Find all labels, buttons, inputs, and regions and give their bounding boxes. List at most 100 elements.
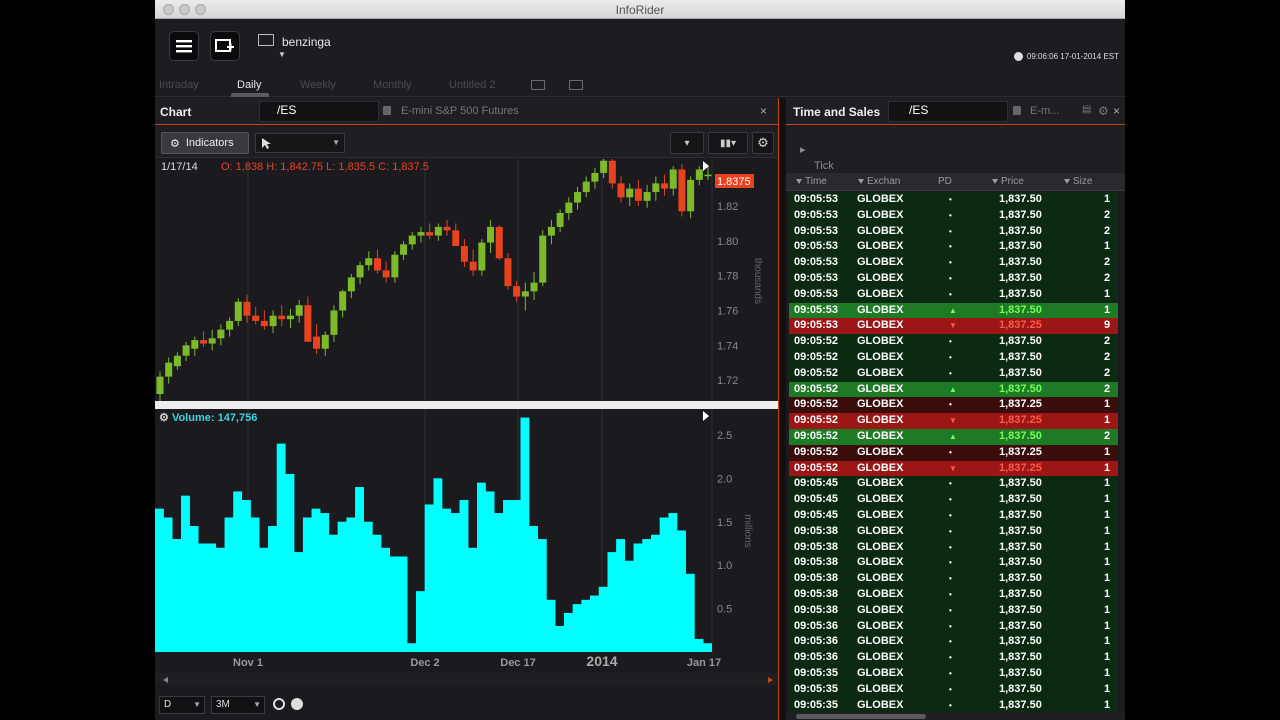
time-sales-settings-icon[interactable]: ⚙ [1098,104,1109,118]
layout-stack-icon[interactable] [569,80,583,90]
tab-weekly[interactable]: Weekly [300,79,336,91]
volume-chart-pane[interactable]: 2.5 2.0 1.5 1.0 0.5 millions ⚙ Volume: 147,7… [155,409,778,652]
lock-icon[interactable] [383,106,391,115]
table-row[interactable]: 09:05:38 GLOBEX • 1,837.50 1 [789,555,1118,572]
table-row[interactable]: 09:05:38 GLOBEX • 1,837.50 1 [789,587,1118,603]
table-row[interactable]: 09:05:38 GLOBEX • 1,837.50 1 [789,539,1118,556]
layout-grid-icon[interactable] [531,80,545,90]
column-pd[interactable]: PD [938,176,952,187]
color-select[interactable]: ▾ [670,132,704,154]
tab-intraday[interactable]: Intraday [159,79,199,91]
close-time-sales-icon[interactable]: × [1113,104,1120,118]
table-row[interactable]: 09:05:45 GLOBEX • 1,837.50 1 [789,476,1118,493]
table-row[interactable]: 09:05:53 GLOBEX • 1,837.50 2 [789,255,1118,271]
time-sales-scrollbar[interactable] [786,712,1125,720]
table-row[interactable]: 09:05:52 GLOBEX ▲ 1,837.50 2 [789,381,1118,398]
cell-pd: ▼ [949,463,957,473]
table-row[interactable]: 09:05:52 GLOBEX • 1,837.50 2 [789,334,1118,350]
column-size[interactable]: Size [1064,176,1092,187]
tab-monthly[interactable]: Monthly [373,79,412,91]
column-exchange[interactable]: Exchan [858,176,900,187]
indicators-button[interactable]: ⚙ Indicators [161,132,249,154]
table-row[interactable]: 09:05:45 GLOBEX • 1,837.50 1 [789,508,1118,524]
column-price[interactable]: Price [992,176,1024,187]
cell-size: 1 [1104,667,1111,679]
chart-settings-icon[interactable]: ⚙ [752,132,774,154]
cell-pd: • [949,479,952,489]
new-window-button[interactable] [210,31,240,61]
table-row[interactable]: 09:05:52 GLOBEX • 1,837.25 1 [789,397,1118,414]
table-row[interactable]: 09:05:35 GLOBEX • 1,837.50 1 [789,697,1118,712]
volume-collapse-arrow-icon[interactable] [703,411,709,421]
cell-pd: ▼ [949,416,957,426]
table-row[interactable]: 09:05:35 GLOBEX • 1,837.50 1 [789,666,1118,682]
table-row[interactable]: 09:05:52 GLOBEX • 1,837.50 2 [789,350,1118,366]
table-row[interactable]: 09:05:52 GLOBEX • 1,837.25 1 [789,444,1118,461]
column-time[interactable]: Time [796,176,827,187]
workspace-dropdown-icon[interactable]: ▼ [278,50,286,59]
table-row[interactable]: 09:05:53 GLOBEX • 1,837.50 2 [789,271,1118,287]
cell-time: 09:05:53 [794,256,839,269]
chart-type-select[interactable]: ▮▮▾ [708,132,748,154]
zoom-out-icon[interactable] [273,698,285,710]
tick-chart-toggle[interactable]: ▸ Tick Chart [786,126,1125,184]
table-row[interactable]: 09:05:35 GLOBEX • 1,837.50 1 [789,681,1118,698]
zoom-in-icon[interactable] [291,698,303,710]
volume-label: Volume: [171,412,215,424]
time-sales-symbol-input[interactable] [888,101,1008,122]
pane-divider[interactable] [155,401,778,409]
column-pd-label: PD [938,176,952,187]
table-row[interactable]: 09:05:36 GLOBEX • 1,837.50 1 [789,618,1118,635]
panel-splitter[interactable] [778,98,786,720]
candle [626,183,634,207]
table-row[interactable]: 09:05:52 GLOBEX ▼ 1,837.25 1 [789,413,1118,429]
table-row[interactable]: 09:05:38 GLOBEX • 1,837.50 1 [789,571,1118,587]
price-chart-pane[interactable]: 1.82 1.80 1.78 1.76 1.74 1.72 thousands 1.837… [155,157,778,401]
scroll-right-icon[interactable] [768,677,773,683]
cell-exchange: GLOBEX [857,335,904,348]
table-row[interactable]: 09:05:36 GLOBEX • 1,837.50 1 [789,650,1118,666]
cell-time: 09:05:53 [794,240,839,253]
tab-untitled-2[interactable]: Untitled 2 [449,79,495,91]
range-select[interactable]: 3M ▼ [211,696,265,714]
candle [634,179,642,207]
volume-bar [468,547,478,652]
table-row[interactable]: 09:05:53 GLOBEX • 1,837.50 1 [789,239,1118,256]
table-row[interactable]: 09:05:53 GLOBEX • 1,837.50 1 [789,286,1118,303]
interval-select[interactable]: D ▼ [159,696,205,714]
candle-body [574,192,582,203]
table-row[interactable]: 09:05:52 GLOBEX ▲ 1,837.50 2 [789,429,1118,445]
candle-body [252,315,260,321]
cursor-tool-select[interactable]: ▼ [255,133,345,153]
cell-exchange: GLOBEX [857,556,904,569]
time-sales-lock-icon[interactable] [1013,106,1021,115]
last-price-tag: 1.8375 [717,176,751,188]
table-row[interactable]: 09:05:52 GLOBEX • 1,837.50 2 [789,365,1118,382]
filter-icon [858,179,864,184]
table-row[interactable]: 09:05:53 GLOBEX ▲ 1,837.50 1 [789,302,1118,319]
table-row[interactable]: 09:05:53 GLOBEX ▼ 1,837.25 9 [789,318,1118,335]
scroll-thumb[interactable] [796,714,926,719]
cell-time: 09:05:53 [794,287,839,300]
scroll-left-icon[interactable] [163,677,168,683]
table-row[interactable]: 09:05:38 GLOBEX • 1,837.50 1 [789,602,1118,619]
table-row[interactable]: 09:05:53 GLOBEX • 1,837.50 2 [789,207,1118,224]
cell-pd: • [949,274,952,283]
chart-scroll-row[interactable] [155,673,778,685]
table-row[interactable]: 09:05:53 GLOBEX • 1,837.50 2 [789,223,1118,240]
candle [678,164,686,217]
cell-pd: ▼ [949,321,957,331]
close-chart-icon[interactable]: × [760,104,767,118]
volume-gear-icon[interactable]: ⚙ [159,412,169,424]
tab-daily[interactable]: Daily [237,79,261,91]
workspace-name[interactable]: benzinga [282,35,331,49]
print-icon[interactable]: ▤ [1082,104,1091,115]
table-row[interactable]: 09:05:38 GLOBEX • 1,837.50 1 [789,523,1118,540]
cell-time: 09:05:53 [794,208,839,221]
table-row[interactable]: 09:05:53 GLOBEX • 1,837.50 1 [789,192,1118,208]
candle-body [173,355,181,367]
table-row[interactable]: 09:05:36 GLOBEX • 1,837.50 1 [789,634,1118,651]
table-row[interactable]: 09:05:45 GLOBEX • 1,837.50 1 [789,492,1118,508]
menu-button[interactable] [169,31,199,61]
table-row[interactable]: 09:05:52 GLOBEX ▼ 1,837.25 1 [789,460,1118,477]
